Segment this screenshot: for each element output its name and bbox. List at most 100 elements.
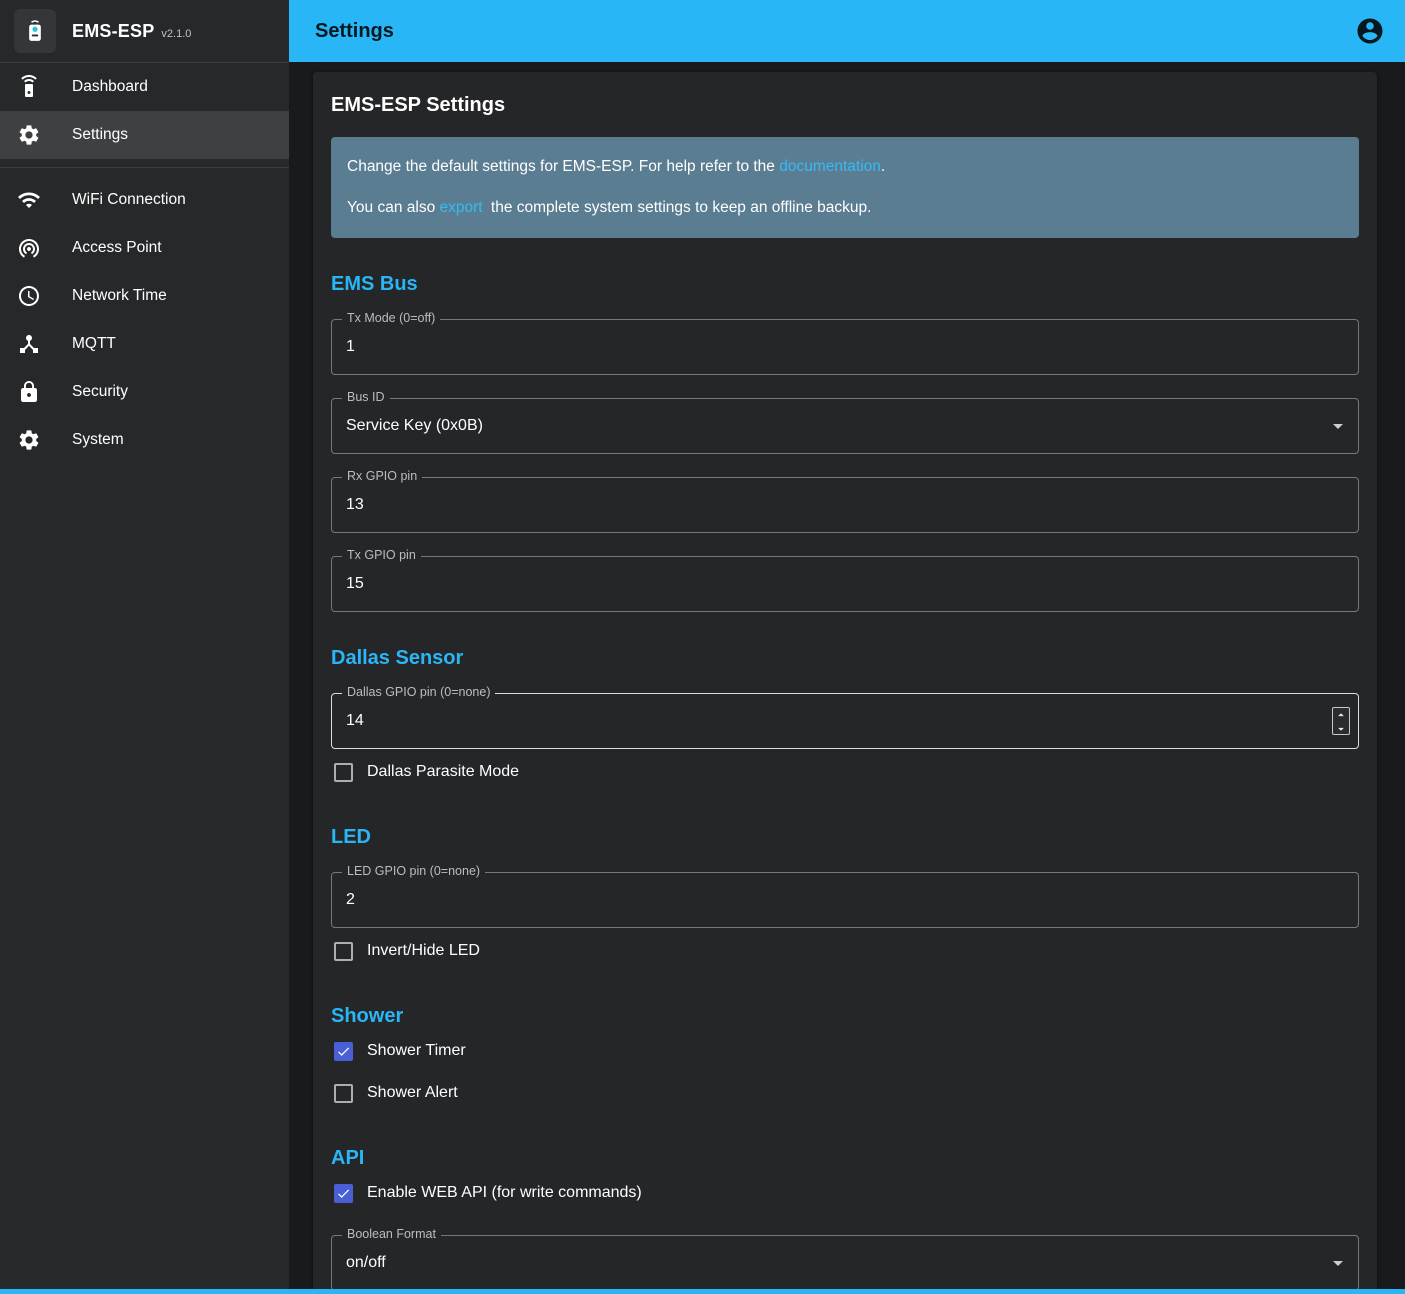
info-text: Change the default settings for EMS-ESP.…	[347, 158, 779, 175]
checkbox-box[interactable]	[334, 942, 353, 961]
spinner-down-icon[interactable]	[1333, 722, 1349, 736]
section-led: LED	[331, 825, 1359, 849]
lock-icon	[17, 380, 41, 404]
chevron-down-icon	[1326, 1251, 1350, 1275]
wifi-icon	[17, 188, 41, 212]
shower-alert-checkbox[interactable]: Shower Alert	[331, 1074, 1359, 1112]
sidebar-header: EMS-ESP v2.1.0	[0, 0, 289, 62]
sidebar-item-label: Security	[72, 383, 128, 401]
boolean-format-label: Boolean Format	[342, 1227, 441, 1241]
content-area: EMS-ESP Settings Change the default sett…	[289, 62, 1405, 1294]
checkbox-label: Invert/Hide LED	[367, 942, 480, 960]
section-shower: Shower	[331, 1004, 1359, 1028]
enable-api-checkbox[interactable]: Enable WEB API (for write commands)	[331, 1174, 1359, 1212]
info-banner: Change the default settings for EMS-ESP.…	[331, 137, 1359, 238]
sidebar-item-access-point[interactable]: Access Point	[0, 224, 289, 272]
export-link[interactable]: export	[440, 199, 483, 216]
checkbox-label: Dallas Parasite Mode	[367, 763, 519, 781]
check-icon	[336, 1043, 351, 1060]
tx-gpio-label: Tx GPIO pin	[342, 548, 421, 562]
bus-id-select[interactable]: Bus ID Service Key (0x0B)	[331, 398, 1359, 454]
invert-led-checkbox[interactable]: Invert/Hide LED	[331, 932, 1359, 970]
led-gpio-input[interactable]	[346, 891, 1344, 909]
sidebar-item-label: Network Time	[72, 287, 167, 305]
section-dallas-sensor: Dallas Sensor	[331, 646, 1359, 670]
clock-icon	[17, 284, 41, 308]
bus-id-label: Bus ID	[342, 390, 390, 404]
sidebar-item-mqtt[interactable]: MQTT	[0, 320, 289, 368]
check-icon	[336, 1185, 351, 1202]
sidebar-item-label: System	[72, 431, 124, 449]
sidebar-item-label: Settings	[72, 126, 128, 144]
device-logo-icon	[21, 17, 49, 45]
led-gpio-label: LED GPIO pin (0=none)	[342, 864, 485, 878]
dallas-gpio-field: Dallas GPIO pin (0=none)	[331, 693, 1359, 749]
card-title: EMS-ESP Settings	[331, 94, 1359, 117]
settings-card: EMS-ESP Settings Change the default sett…	[313, 72, 1377, 1294]
app-shell: EMS-ESP v2.1.0 Dashboard Settings	[0, 0, 1405, 1294]
settings-gear-icon	[17, 123, 41, 147]
info-line-2: You can also export the complete system …	[347, 196, 1343, 220]
number-spinner[interactable]	[1332, 707, 1350, 735]
spacer	[0, 168, 289, 176]
checkbox-label: Shower Timer	[367, 1042, 466, 1060]
sidebar-item-wifi-connection[interactable]: WiFi Connection	[0, 176, 289, 224]
app-name: EMS-ESP	[72, 21, 154, 42]
app-logo	[14, 9, 56, 53]
checkbox-box[interactable]	[334, 763, 353, 782]
sidebar-item-label: Dashboard	[72, 78, 148, 96]
device-hub-icon	[17, 332, 41, 356]
tx-gpio-field: Tx GPIO pin	[331, 556, 1359, 612]
info-text: You can also	[347, 199, 440, 216]
wifi-tethering-icon	[17, 236, 41, 260]
sidebar: EMS-ESP v2.1.0 Dashboard Settings	[0, 0, 289, 1294]
checkbox-label: Enable WEB API (for write commands)	[367, 1184, 642, 1202]
tx-gpio-input[interactable]	[346, 575, 1344, 593]
sidebar-nav: Dashboard Settings WiFi Connection	[0, 63, 289, 464]
spinner-up-icon[interactable]	[1333, 708, 1349, 722]
dallas-gpio-input[interactable]	[346, 712, 1344, 730]
sidebar-item-settings[interactable]: Settings	[0, 111, 289, 159]
app-version: v2.1.0	[161, 28, 191, 40]
rx-gpio-input[interactable]	[346, 496, 1344, 514]
tx-mode-input[interactable]	[346, 338, 1344, 356]
info-text: .	[881, 158, 885, 175]
boolean-format-select[interactable]: Boolean Format on/off	[331, 1235, 1359, 1291]
info-text: the complete system settings to keep an …	[487, 199, 872, 216]
dallas-parasite-checkbox[interactable]: Dallas Parasite Mode	[331, 753, 1359, 791]
bottom-accent-strip	[0, 1289, 1405, 1294]
sidebar-item-network-time[interactable]: Network Time	[0, 272, 289, 320]
bus-id-value: Service Key (0x0B)	[346, 417, 483, 435]
chevron-down-icon	[1326, 414, 1350, 438]
checkbox-box[interactable]	[334, 1084, 353, 1103]
sidebar-item-dashboard[interactable]: Dashboard	[0, 63, 289, 111]
page-title: Settings	[315, 20, 394, 43]
rx-gpio-field: Rx GPIO pin	[331, 477, 1359, 533]
sidebar-item-label: Access Point	[72, 239, 162, 257]
boolean-format-value: on/off	[346, 1254, 386, 1272]
sidebar-item-label: WiFi Connection	[72, 191, 186, 209]
app-title-wrap: EMS-ESP v2.1.0	[72, 21, 191, 42]
documentation-link[interactable]: documentation	[779, 158, 881, 175]
rx-gpio-label: Rx GPIO pin	[342, 469, 422, 483]
led-gpio-field: LED GPIO pin (0=none)	[331, 872, 1359, 928]
system-gear-icon	[17, 428, 41, 452]
tx-mode-field: Tx Mode (0=off)	[331, 319, 1359, 375]
tx-mode-label: Tx Mode (0=off)	[342, 311, 440, 325]
appbar: Settings	[289, 0, 1405, 62]
dallas-gpio-label: Dallas GPIO pin (0=none)	[342, 685, 495, 699]
sidebar-item-security[interactable]: Security	[0, 368, 289, 416]
checkbox-label: Shower Alert	[367, 1084, 458, 1102]
dashboard-icon	[17, 75, 41, 99]
info-line-1: Change the default settings for EMS-ESP.…	[347, 155, 1343, 179]
checkbox-box[interactable]	[334, 1042, 353, 1061]
shower-timer-checkbox[interactable]: Shower Timer	[331, 1032, 1359, 1070]
checkbox-box[interactable]	[334, 1184, 353, 1203]
section-api: API	[331, 1146, 1359, 1170]
sidebar-item-system[interactable]: System	[0, 416, 289, 464]
sidebar-item-label: MQTT	[72, 335, 116, 353]
account-icon[interactable]	[1355, 16, 1385, 46]
spacer	[0, 159, 289, 167]
section-ems-bus: EMS Bus	[331, 272, 1359, 296]
main-column: Settings EMS-ESP Settings Change the def…	[289, 0, 1405, 1294]
